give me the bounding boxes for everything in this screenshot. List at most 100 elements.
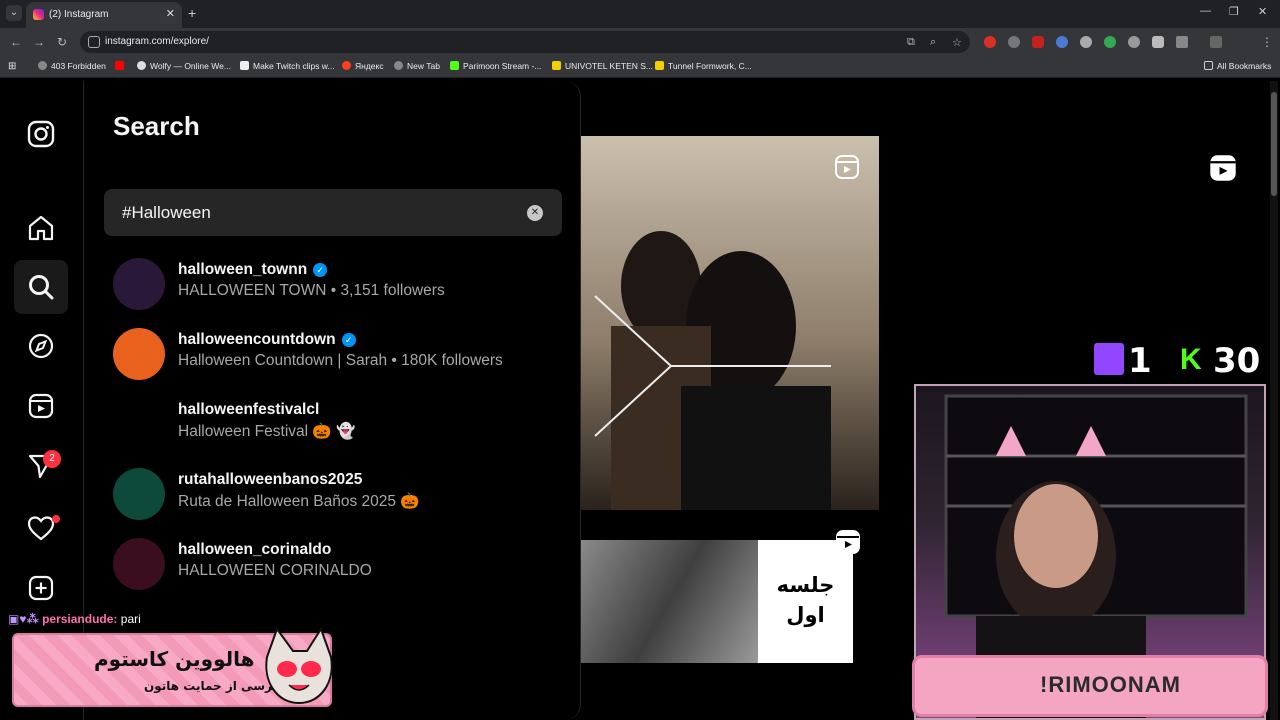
- create-icon[interactable]: [26, 573, 58, 605]
- address-bar[interactable]: instagram.com/explore/ ⧉ ⌕ ☆: [80, 31, 970, 53]
- result-username: rutahalloweenbanos2025: [178, 471, 363, 488]
- search-result-item[interactable]: halloween_townn ✓ HALLOWEEN TOWN • 3,151 f…: [103, 253, 563, 315]
- result-username: halloweencountdown ✓: [178, 331, 356, 349]
- result-subtitle: Halloween Countdown | Sarah • 180K follo…: [178, 352, 503, 369]
- streamer-name: !RIMOONAM: [1040, 672, 1181, 697]
- result-avatar: [113, 468, 165, 520]
- bookmark-item[interactable]: Make Twitch clips w...: [240, 61, 335, 71]
- result-avatar: [113, 538, 165, 590]
- reel-icon: [834, 154, 860, 180]
- post-text: جلسه اول: [776, 573, 835, 627]
- result-subtitle: HALLOWEEN CORINALDO: [178, 562, 372, 579]
- explore-post[interactable]: جلسه اول: [581, 540, 853, 663]
- instagram-logo-icon[interactable]: [26, 119, 58, 151]
- cast-icon[interactable]: ⧉: [907, 36, 915, 49]
- result-username: halloween_corinaldo: [178, 541, 332, 558]
- twitch-viewer-count: 1: [1128, 341, 1152, 381]
- chat-message: ▣♥⁂ persiandude: pari: [8, 612, 141, 626]
- search-box[interactable]: ✕: [104, 189, 562, 236]
- result-subtitle: Ruta de Halloween Baños 2025 🎃: [178, 493, 420, 510]
- extension-icon[interactable]: [1128, 36, 1140, 48]
- bookmark-item[interactable]: Tunnel Formwork, C...: [655, 61, 752, 71]
- s-icon: [655, 61, 664, 70]
- result-subtitle: HALLOWEEN TOWN • 3,151 followers: [178, 282, 445, 299]
- forward-icon[interactable]: →: [33, 35, 45, 49]
- minimize-icon[interactable]: —: [1200, 5, 1211, 17]
- shield-icon[interactable]: [1152, 36, 1164, 48]
- youtube-icon: [115, 61, 124, 70]
- result-username: halloweenfestivalcl: [178, 401, 320, 418]
- reading-list-icon[interactable]: [1210, 36, 1222, 48]
- instagram-page: 2 Search ✕ halloween_townn✓ HALLOWEEN TOW…: [0, 81, 1280, 720]
- search-title: Search: [113, 111, 200, 141]
- search-result-item[interactable]: halloween_corinaldo HALLOWEEN CORINALDO: [103, 533, 563, 595]
- window-close-icon[interactable]: ✕: [1258, 5, 1267, 18]
- extension-icon[interactable]: [984, 36, 996, 48]
- extension-icon[interactable]: [1032, 36, 1044, 48]
- result-subtitle: Halloween Festival 🎃 👻: [178, 423, 356, 440]
- extension-icon[interactable]: [1104, 36, 1116, 48]
- reels-icon[interactable]: [26, 391, 58, 423]
- browser-toolbar: ← → ↻ instagram.com/explore/ ⧉ ⌕ ☆ ⋮: [0, 28, 1280, 77]
- cat-mascot-icon: [265, 627, 333, 705]
- globe-icon: [38, 61, 47, 70]
- search-result-item[interactable]: halloweencountdown ✓ Halloween Countdown |…: [103, 323, 563, 385]
- instagram-favicon-icon: [33, 9, 44, 20]
- kick-icon: [450, 61, 459, 70]
- bookmark-item[interactable]: Wolfy — Online We...: [137, 61, 231, 71]
- extension-icon[interactable]: [1056, 36, 1068, 48]
- apps-icon[interactable]: ⊞: [8, 61, 16, 72]
- result-avatar: [113, 328, 165, 380]
- explore-icon[interactable]: [26, 331, 58, 363]
- bookmark-item[interactable]: [115, 61, 128, 71]
- chat-username: persiandude:: [42, 612, 118, 626]
- clear-search-icon[interactable]: ✕: [527, 205, 543, 221]
- all-bookmarks[interactable]: All Bookmarks: [1204, 61, 1271, 71]
- tab-close-icon[interactable]: ✕: [166, 7, 175, 20]
- scrollbar-thumb[interactable]: [1271, 92, 1277, 196]
- reel-icon: [1208, 153, 1238, 183]
- browser-menu-icon[interactable]: ⋮: [1261, 35, 1273, 49]
- verified-badge-icon: ✓: [313, 263, 328, 277]
- kick-viewer-count: 30: [1213, 341, 1261, 381]
- promo-title: هالووین کاستوم: [94, 647, 255, 671]
- clip-icon: [240, 61, 249, 70]
- bookmark-item[interactable]: Яндекс: [342, 61, 384, 71]
- reel-icon: [835, 529, 861, 555]
- tab-title: (2) Instagram: [49, 9, 109, 20]
- browser-tab-bar: ⌄ (2) Instagram ✕ + — ❐ ✕: [0, 0, 1280, 28]
- s-icon: [552, 61, 561, 70]
- bookmark-item[interactable]: New Tab: [394, 61, 440, 71]
- url-text: instagram.com/explore/: [105, 36, 209, 47]
- reload-icon[interactable]: ↻: [57, 35, 67, 49]
- result-avatar: [113, 398, 165, 450]
- result-avatar: [113, 258, 165, 310]
- bookmark-star-icon[interactable]: ☆: [952, 36, 962, 49]
- search-result-item[interactable]: rutahalloweenbanos2025 Ruta de Halloween …: [103, 463, 563, 525]
- zoom-icon[interactable]: ⌕: [930, 36, 936, 49]
- messages-badge: 2: [43, 450, 61, 468]
- chat-text: pari: [120, 612, 141, 626]
- folder-icon: [1204, 61, 1213, 70]
- bookmark-item[interactable]: 403 Forbidden: [38, 61, 106, 71]
- site-info-icon[interactable]: [88, 36, 100, 48]
- extension-icon[interactable]: [1008, 36, 1020, 48]
- yandex-icon: [342, 61, 351, 70]
- search-input[interactable]: [122, 189, 512, 236]
- search-result-item[interactable]: halloweenfestivalcl Halloween Festival 🎃 …: [103, 393, 563, 455]
- notification-dot: [52, 515, 60, 523]
- home-icon[interactable]: [26, 213, 58, 245]
- extensions-puzzle-icon[interactable]: [1176, 36, 1188, 48]
- search-icon[interactable]: [26, 272, 58, 304]
- twitch-icon: [1094, 343, 1124, 375]
- bookmark-item[interactable]: UNIVOTEL KETEN S...: [552, 61, 653, 71]
- browser-tab[interactable]: (2) Instagram ✕: [26, 2, 182, 28]
- new-tab-button[interactable]: +: [188, 5, 196, 21]
- tab-search-button[interactable]: ⌄: [6, 5, 22, 21]
- extension-icon[interactable]: [1080, 36, 1092, 48]
- explore-post[interactable]: [581, 136, 879, 510]
- result-username: halloween_townn ✓: [178, 261, 328, 279]
- restore-icon[interactable]: ❐: [1229, 5, 1239, 18]
- bookmark-item[interactable]: Parimoon Stream -...: [450, 61, 541, 71]
- back-icon[interactable]: ←: [10, 35, 22, 49]
